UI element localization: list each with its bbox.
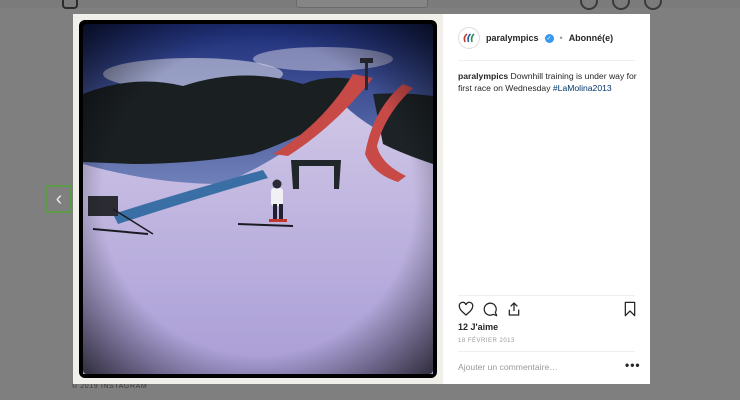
search-input[interactable]	[296, 0, 428, 8]
share-button[interactable]	[506, 301, 524, 319]
divider	[458, 60, 635, 61]
caption-username-link[interactable]: paralympics	[458, 71, 508, 81]
bookmark-icon	[624, 301, 636, 317]
post-sidebar: paralympics ✓ • Abonné(e) paralympics Do…	[443, 14, 650, 384]
post-modal: paralympics ✓ • Abonné(e) paralympics Do…	[73, 14, 650, 384]
footer-copyright: © 2019 INSTAGRAM	[72, 383, 148, 390]
heart-icon	[458, 301, 474, 316]
verified-badge-icon: ✓	[544, 33, 554, 43]
post-actions	[458, 301, 638, 319]
post-header: paralympics ✓ • Abonné(e)	[458, 25, 636, 51]
comment-icon	[483, 302, 498, 317]
previous-post-button[interactable]: ‹	[46, 185, 72, 213]
instagram-logo-icon[interactable]	[62, 0, 78, 9]
top-navigation-bar	[0, 0, 740, 10]
follow-status-button[interactable]: Abonné(e)	[569, 33, 614, 43]
username-link[interactable]: paralympics	[486, 33, 539, 43]
hashtag-link[interactable]: #LaMolina2013	[553, 83, 612, 93]
avatar[interactable]	[458, 27, 480, 49]
like-count[interactable]: 12 J'aime	[458, 322, 498, 332]
divider	[458, 295, 635, 296]
post-date[interactable]: 18 FÉVRIER 2013	[458, 338, 515, 344]
post-caption: paralympics Downhill training is under w…	[458, 70, 638, 94]
more-options-button[interactable]: •••	[625, 359, 641, 371]
like-button[interactable]	[458, 301, 476, 319]
share-icon	[508, 302, 520, 316]
save-button[interactable]	[622, 301, 640, 319]
ski-slope-photo	[73, 14, 443, 384]
post-photo[interactable]	[73, 14, 443, 384]
paralympics-logo-icon	[463, 33, 475, 43]
header-separator: •	[559, 33, 563, 43]
divider	[458, 351, 635, 352]
comment-button[interactable]	[482, 301, 500, 319]
comment-input[interactable]	[458, 360, 608, 374]
chevron-left-icon: ‹	[55, 187, 63, 210]
